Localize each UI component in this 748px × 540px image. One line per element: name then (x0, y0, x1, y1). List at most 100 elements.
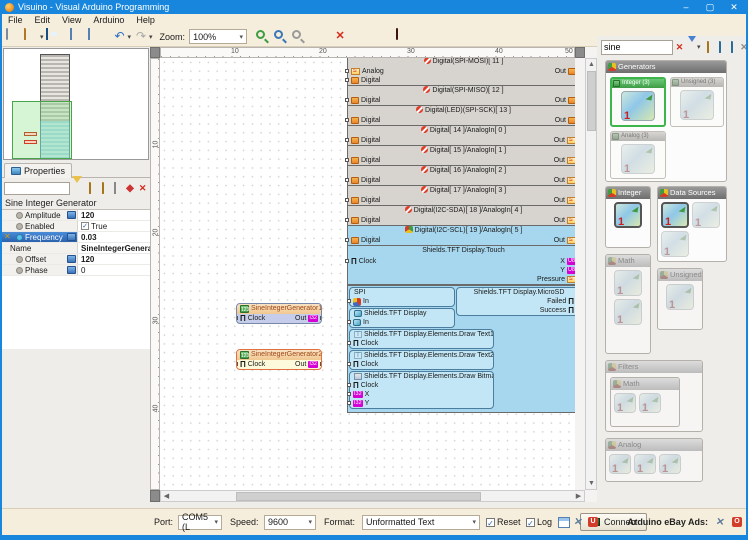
horizontal-scrollbar[interactable]: ◀ ▶ (160, 490, 585, 502)
port-combobox[interactable]: COM5 (L ▾ (178, 512, 222, 532)
minimize-button[interactable]: – (674, 0, 698, 14)
filter-item-icon[interactable] (614, 393, 636, 413)
connector[interactable] (345, 198, 349, 202)
ads-stop-button[interactable]: O (732, 514, 742, 530)
analog-out-pin[interactable]: Out (551, 176, 575, 185)
clock-input-pin[interactable]: Π Clock (345, 257, 379, 266)
maximize-button[interactable]: ▢ (698, 0, 722, 14)
expand-button[interactable] (67, 255, 76, 263)
connector[interactable] (347, 320, 351, 324)
connector[interactable] (345, 78, 349, 82)
touch-y-pin[interactable]: Y U8 (534, 266, 575, 275)
sine-generator1-component[interactable]: 123 SineIntegerGenerator1 Π Clock Out I32 (236, 303, 322, 324)
connector[interactable] (345, 218, 349, 222)
open-project-button[interactable] (24, 28, 40, 44)
palette-item-unsigned-generator[interactable]: Unsigned (3) (670, 77, 724, 127)
data-source-item-icon[interactable] (661, 202, 689, 228)
undo-button[interactable]: ↶ (112, 29, 128, 44)
search-filter-icon[interactable] (686, 36, 697, 53)
palette-item-analog-generator[interactable]: Analog (3) (610, 131, 666, 179)
board-channel-19[interactable]: Digital(I2C-SCL)[ 19 ]/AnalogIn[ 5 ] Dig… (345, 226, 575, 246)
expand-button[interactable] (67, 266, 76, 274)
build-button[interactable] (314, 29, 330, 44)
close-button[interactable]: ✕ (722, 0, 746, 14)
integer-item-icon[interactable] (614, 202, 642, 228)
filter-dropdown-caret[interactable]: ▾ (697, 43, 701, 51)
tab-properties[interactable]: Properties (4, 163, 73, 178)
tft-touch-section[interactable]: Shields.TFT Display.Touch Π Clock X U8 Y U8… (345, 246, 575, 285)
expand-button[interactable] (67, 233, 76, 241)
enabled-checkbox[interactable]: ✓ (81, 222, 89, 230)
menu-view[interactable]: View (56, 14, 87, 27)
format-combobox[interactable]: Unformatted Text ▾ (362, 514, 480, 530)
zoom-in-button[interactable] (254, 29, 270, 44)
property-value[interactable]: 120 (78, 254, 150, 264)
tft-display-block[interactable]: Shields.TFT Display In (347, 308, 455, 328)
reset-checkbox[interactable]: ✓ Reset (486, 514, 521, 530)
board-channel-11[interactable]: Digital(SPI-MOSI)[ 11 ] Analog Digital O… (345, 58, 575, 86)
spi-block[interactable]: SPI In (347, 287, 455, 307)
tft-shield-section[interactable]: Shields.TFT Display.MicroSD Failed Π Succ… (347, 285, 575, 413)
scroll-down-arrow[interactable]: ▼ (586, 478, 597, 489)
connector[interactable] (237, 362, 238, 366)
expand-folder-icon[interactable] (85, 182, 96, 194)
close-palette-icon[interactable]: ✕ (739, 41, 746, 53)
palette-search-input[interactable] (601, 39, 673, 55)
horizontal-scroll-thumb[interactable] (236, 492, 481, 501)
clock-input-pin[interactable]: Π Clock (347, 339, 493, 348)
touch-x-pin[interactable]: X U8 (534, 257, 575, 266)
draw-text2-block[interactable]: T Shields.TFT Display.Elements.Draw Text2… (347, 350, 494, 370)
digital-out-pin[interactable]: Out (552, 116, 575, 125)
digital-input-pin[interactable]: Digital (345, 136, 383, 145)
subcategory-filters-math[interactable]: Math (610, 377, 680, 427)
math-item-icon[interactable] (614, 299, 642, 325)
digital-input-pin[interactable]: Digital (345, 216, 383, 225)
board-channel-16[interactable]: Digital[ 16 ]/AnalogIn[ 2 ] Digital Out (345, 166, 575, 186)
menu-file[interactable]: File (2, 14, 29, 27)
bitmap-x-pin[interactable]: I32 X (347, 390, 493, 399)
spi-in-pin[interactable]: In (347, 297, 454, 306)
digital-input-pin[interactable]: Digital (345, 236, 383, 245)
math-item-icon[interactable] (614, 270, 642, 296)
columns-icon[interactable] (110, 182, 121, 194)
connector[interactable] (345, 138, 349, 142)
property-row-amplitude[interactable]: Amplitude 120 (2, 210, 150, 221)
category-generators[interactable]: Generators Integer (3) Unsigned (3) Anal… (605, 60, 727, 182)
category-unsigned[interactable]: Unsigned (657, 268, 703, 330)
scroll-up-arrow[interactable]: ▲ (586, 59, 597, 70)
ads-tools-button[interactable]: ✕ (715, 514, 725, 530)
design-canvas[interactable]: Digital Digital(SPI-MOSI)[ 11 ] Analog D… (160, 58, 575, 490)
menu-arduino[interactable]: Arduino (87, 14, 130, 27)
analog-out-pin[interactable]: Out (551, 156, 575, 165)
speed-combobox[interactable]: 9600 ▾ (264, 514, 316, 530)
category-folder-icon[interactable] (703, 41, 714, 53)
new-project-button[interactable] (6, 28, 22, 44)
category-math[interactable]: Math (605, 254, 651, 354)
collapse-all-icon[interactable] (727, 41, 738, 53)
property-row-enabled[interactable]: Enabled ✓ True (2, 221, 150, 232)
board-channel-14[interactable]: Digital[ 14 ]/AnalogIn[ 0 ] Digital Out (345, 126, 575, 146)
category-filters[interactable]: Filters Math (605, 360, 703, 432)
undo-dropdown-caret[interactable]: ▾ (128, 33, 132, 41)
toggle-grid-button[interactable] (87, 28, 104, 44)
bitmap-y-pin[interactable]: I32 Y (347, 399, 493, 408)
property-row-name[interactable]: Name SineIntegerGenerator2 (2, 243, 150, 254)
tft-microsd-block[interactable]: Shields.TFT Display.MicroSD Failed Π Succ… (456, 287, 575, 316)
data-source-item-icon[interactable] (692, 202, 720, 228)
open-dropdown-caret[interactable]: ▾ (40, 33, 44, 41)
analog-out-pin[interactable]: Out (551, 196, 575, 205)
draw-bitmap-block[interactable]: Shields.TFT Display.Elements.Draw Bitmap… (347, 371, 494, 409)
power-button[interactable]: U (588, 514, 598, 530)
zoom-combobox[interactable]: 100% ▾ (189, 29, 248, 44)
out-pin[interactable]: Out I32 (292, 314, 321, 323)
board-channel-18[interactable]: Digital(I2C-SDA)[ 18 ]/AnalogIn[ 4 ] Dig… (345, 206, 575, 226)
analog-out-pin[interactable]: Out (551, 136, 575, 145)
filter-icon[interactable] (72, 176, 83, 194)
analog-out-pin[interactable]: Out (551, 216, 575, 225)
connector[interactable] (345, 238, 349, 242)
redo-dropdown-caret[interactable]: ▾ (149, 33, 153, 41)
pin-icon[interactable]: ◆ (125, 183, 136, 194)
vertical-scrollbar[interactable]: ▲ ▼ (585, 58, 597, 490)
property-value[interactable]: 0.03 (78, 232, 150, 242)
save-button[interactable] (45, 28, 62, 44)
